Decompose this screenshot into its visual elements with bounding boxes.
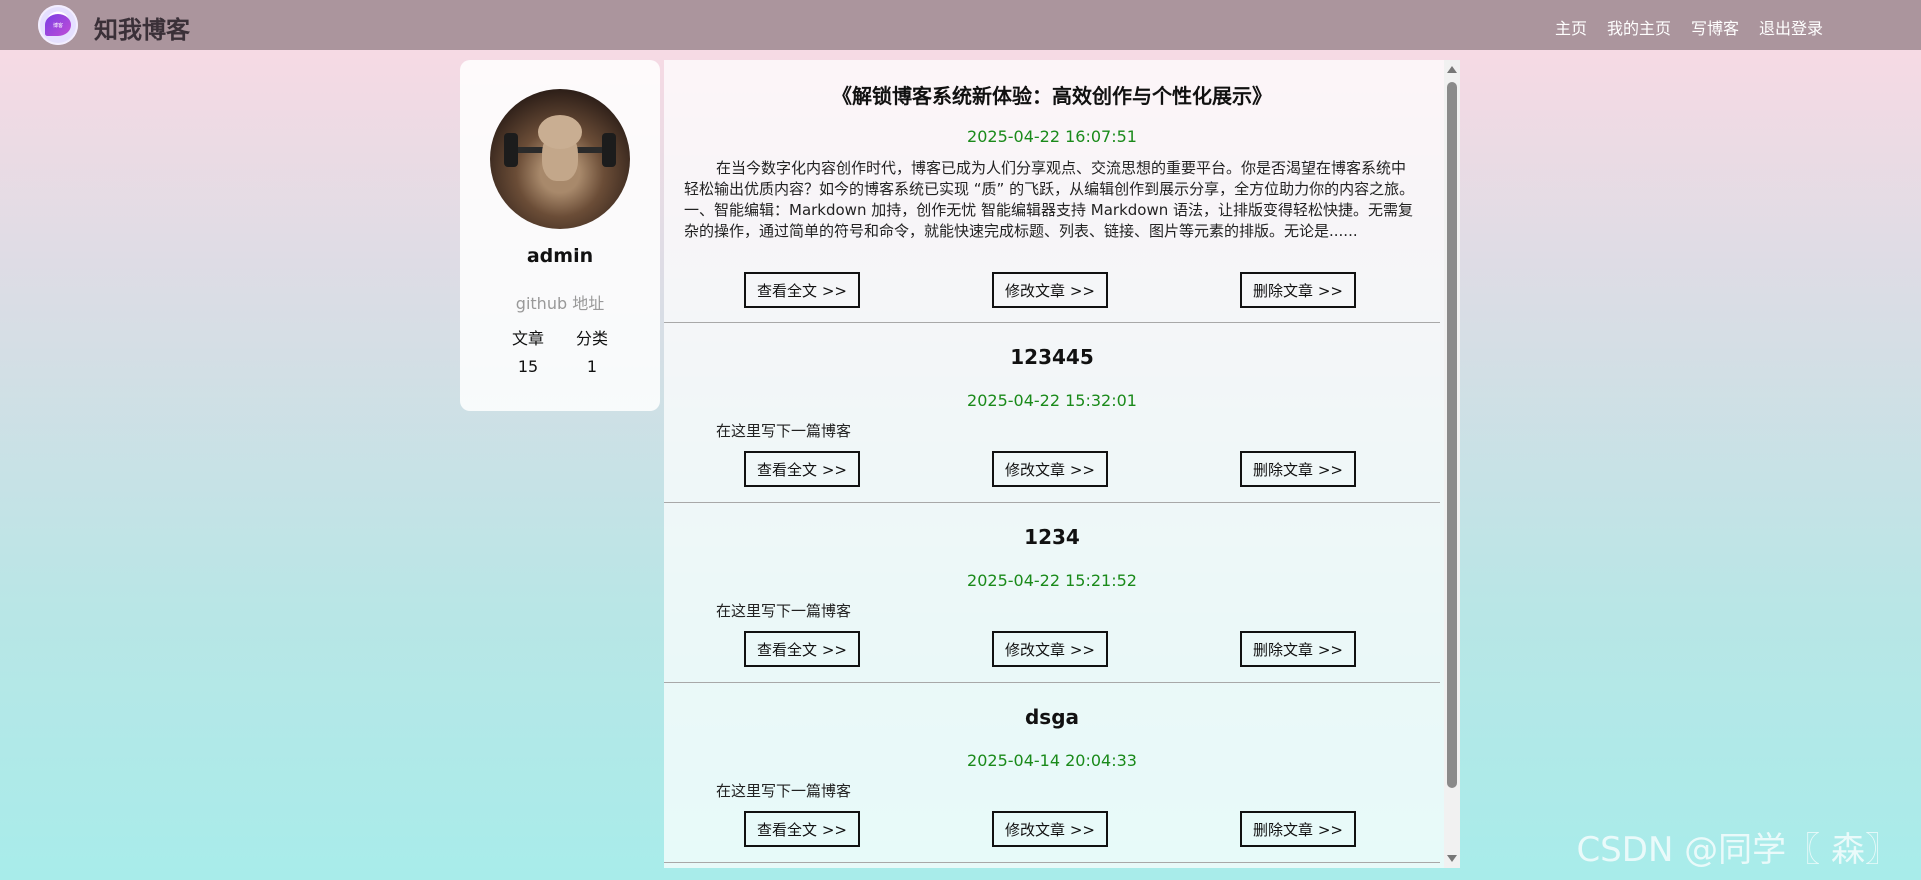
stats-values: 15 1 [460, 357, 660, 376]
top-navbar: 博客 知我博客 主页 我的主页 写博客 退出登录 [0, 0, 1921, 50]
github-link[interactable]: github 地址 [460, 290, 660, 314]
article-date: 2025-04-14 20:04:33 [967, 751, 1137, 770]
article-title: dsga [1024, 705, 1080, 729]
profile-card: admin github 地址 文章 分类 15 1 [460, 60, 660, 411]
stat-value-categories: 1 [586, 357, 598, 376]
delete-article-button[interactable]: 删除文章 >> [1240, 451, 1356, 487]
article-desc: 在这里写下一篇博客 [716, 602, 852, 620]
article-item: dsga 2025-04-14 20:04:33 在这里写下一篇博客 查看全文 … [664, 683, 1440, 863]
article-list: 《解锁博客系统新体验：高效创作与个性化展示》 2025-04-22 16:07:… [664, 60, 1460, 868]
view-article-button[interactable]: 查看全文 >> [744, 272, 860, 308]
edit-article-button[interactable]: 修改文章 >> [992, 811, 1108, 847]
edit-article-button[interactable]: 修改文章 >> [992, 272, 1108, 308]
username: admin [526, 245, 594, 267]
article-item: 《解锁博客系统新体验：高效创作与个性化展示》 2025-04-22 16:07:… [664, 60, 1440, 323]
site-logo[interactable]: 博客 [38, 5, 78, 45]
watermark: CSDN @同学〖 森〗 [1576, 830, 1899, 870]
delete-article-button[interactable]: 删除文章 >> [1240, 272, 1356, 308]
article-desc: 在这里写下一篇博客 [716, 782, 852, 800]
view-article-button[interactable]: 查看全文 >> [744, 631, 860, 667]
nav-write-blog-link[interactable]: 写博客 [1691, 15, 1739, 39]
article-desc: 在当今数字化内容创作时代，博客已成为人们分享观点、交流思想的重要平台。你是否渴望… [684, 159, 1415, 240]
article-title: 《解锁博客系统新体验：高效创作与个性化展示》 [832, 84, 1272, 108]
scroll-down-arrow-icon[interactable] [1447, 855, 1457, 862]
article-item: 1234 2025-04-22 15:21:52 在这里写下一篇博客 查看全文 … [664, 503, 1440, 683]
avatar-plate-left [504, 133, 518, 167]
stat-label-articles: 文章 [511, 329, 544, 348]
avatar [490, 89, 630, 229]
stat-label-categories: 分类 [575, 329, 608, 348]
article-desc: 在这里写下一篇博客 [716, 422, 852, 440]
view-article-button[interactable]: 查看全文 >> [744, 451, 860, 487]
edit-article-button[interactable]: 修改文章 >> [992, 631, 1108, 667]
delete-article-button[interactable]: 删除文章 >> [1240, 631, 1356, 667]
article-date: 2025-04-22 15:32:01 [967, 391, 1137, 410]
stats-labels: 文章 分类 [460, 325, 660, 349]
site-brand: 知我博客 [94, 16, 190, 44]
stat-value-articles: 15 [517, 357, 539, 376]
article-item: 123445 2025-04-22 15:32:01 在这里写下一篇博客 查看全… [664, 323, 1440, 503]
nav-links: 主页 我的主页 写博客 退出登录 [1555, 15, 1823, 39]
nav-my-home-link[interactable]: 我的主页 [1607, 15, 1671, 39]
logo-mark: 博客 [45, 14, 71, 36]
article-date: 2025-04-22 15:21:52 [967, 571, 1137, 590]
article-date: 2025-04-22 16:07:51 [967, 127, 1137, 146]
edit-article-button[interactable]: 修改文章 >> [992, 451, 1108, 487]
scroll-up-arrow-icon[interactable] [1447, 66, 1457, 73]
avatar-plate-right [602, 133, 616, 167]
scroll-thumb[interactable] [1447, 82, 1457, 788]
nav-home-link[interactable]: 主页 [1555, 15, 1587, 39]
delete-article-button[interactable]: 删除文章 >> [1240, 811, 1356, 847]
view-article-button[interactable]: 查看全文 >> [744, 811, 860, 847]
nav-logout-link[interactable]: 退出登录 [1759, 15, 1823, 39]
article-title: 123445 [1010, 345, 1094, 369]
article-title: 1234 [1024, 525, 1080, 549]
article-list-scrollbar[interactable] [1444, 60, 1460, 868]
avatar-cat-head [538, 115, 582, 149]
